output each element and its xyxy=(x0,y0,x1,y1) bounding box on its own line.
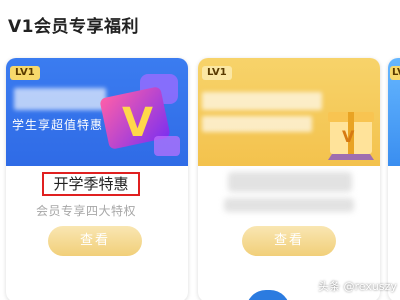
svg-text:V: V xyxy=(342,127,355,146)
blurred-text xyxy=(14,88,106,110)
card-title: 开学季特惠 xyxy=(42,172,140,196)
card-banner: LV xyxy=(388,58,400,166)
benefit-card-student[interactable]: LV1 学生享超值特惠 V 开学季特惠 会员专享四大特权 xyxy=(6,58,188,300)
v-logo-icon: V xyxy=(100,74,180,156)
svg-text:V: V xyxy=(122,100,153,146)
blurred-text xyxy=(202,116,312,132)
section-title: V1会员专享福利 xyxy=(8,17,139,37)
card-banner: LV1 V xyxy=(198,58,380,166)
level-badge: LV1 xyxy=(202,66,232,80)
level-badge: LV1 xyxy=(10,66,40,80)
blurred-title xyxy=(228,172,352,192)
card-description: 会员专享四大特权 xyxy=(36,204,137,218)
view-button[interactable]: 查看 xyxy=(242,226,336,256)
banner-subtitle: 学生享超值特惠 xyxy=(12,118,104,132)
card-banner: LV1 学生享超值特惠 V xyxy=(6,58,188,166)
blurred-description xyxy=(224,198,354,212)
gift-box-icon: V xyxy=(328,112,374,160)
watermark: 头条 @rexuszy xyxy=(318,280,397,293)
view-button[interactable]: 查看 xyxy=(48,226,142,256)
blurred-text xyxy=(202,92,322,110)
level-badge: LV xyxy=(390,66,400,80)
benefit-card-2[interactable]: LV1 V xyxy=(198,58,380,300)
benefit-card-3[interactable]: LV xyxy=(388,58,400,300)
